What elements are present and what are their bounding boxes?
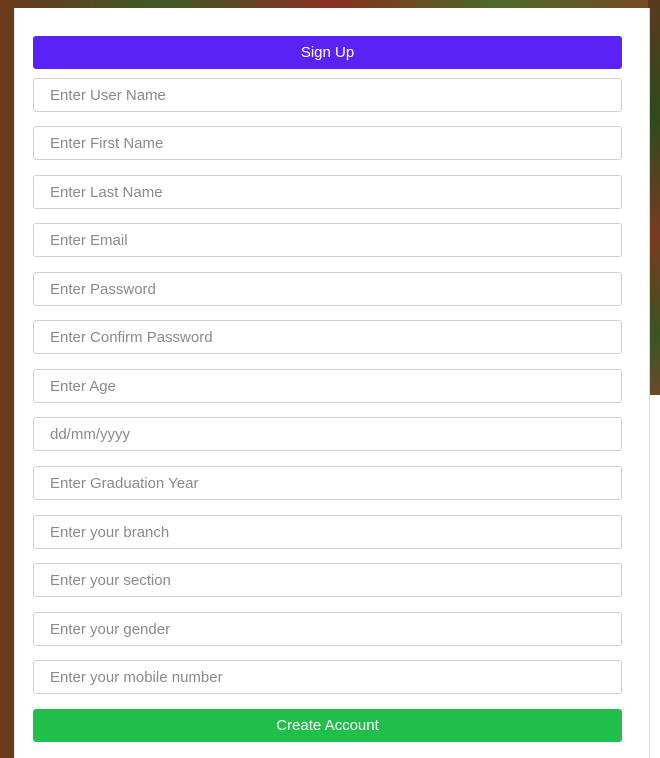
- mobile-number-input[interactable]: [34, 661, 621, 693]
- confirm-password-field[interactable]: [33, 320, 622, 354]
- date-field[interactable]: [33, 417, 622, 451]
- email-field[interactable]: [33, 223, 622, 257]
- username-field[interactable]: [33, 78, 622, 112]
- confirm-password-input[interactable]: [34, 321, 621, 353]
- first-name-input[interactable]: [34, 127, 621, 159]
- gender-field[interactable]: [33, 612, 622, 646]
- email-input[interactable]: [34, 224, 621, 256]
- section-input[interactable]: [34, 564, 621, 596]
- create-account-button[interactable]: Create Account: [33, 709, 622, 742]
- graduation-year-input[interactable]: [34, 467, 621, 499]
- last-name-input[interactable]: [34, 176, 621, 208]
- signup-card: Sign Up Create Account: [14, 8, 650, 758]
- last-name-field[interactable]: [33, 175, 622, 209]
- section-field[interactable]: [33, 563, 622, 597]
- age-input[interactable]: [34, 370, 621, 402]
- age-field[interactable]: [33, 369, 622, 403]
- first-name-field[interactable]: [33, 126, 622, 160]
- graduation-year-field[interactable]: [33, 466, 622, 500]
- mobile-number-field[interactable]: [33, 660, 622, 694]
- date-input[interactable]: [34, 418, 621, 450]
- gender-input[interactable]: [34, 613, 621, 645]
- signup-header: Sign Up: [33, 36, 622, 69]
- username-input[interactable]: [34, 79, 621, 111]
- password-input[interactable]: [34, 273, 621, 305]
- branch-input[interactable]: [34, 516, 621, 548]
- password-field[interactable]: [33, 272, 622, 306]
- branch-field[interactable]: [33, 515, 622, 549]
